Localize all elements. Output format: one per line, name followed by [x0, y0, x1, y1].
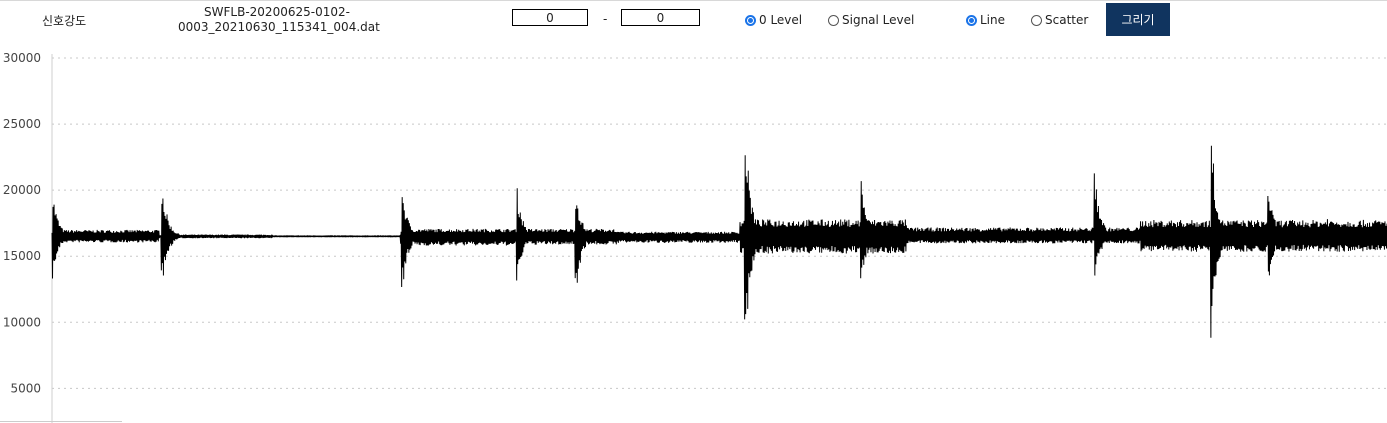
radio-checked-icon — [966, 14, 977, 26]
bottom-divider — [0, 421, 122, 422]
file-name-line2: 0003_20210630_115341_004.dat — [178, 20, 380, 34]
range-end-input[interactable] — [621, 9, 700, 26]
radio-unchecked-icon — [1031, 14, 1042, 26]
toolbar: 신호강도 SWFLB-20200625-0102- 0003_20210630_… — [0, 0, 1387, 41]
radio-unchecked-icon — [828, 14, 839, 26]
zero-level-label: 0 Level — [759, 13, 803, 27]
y-tick-label: 15000 — [3, 249, 41, 263]
range-start-input[interactable] — [512, 9, 588, 26]
y-tick-label: 20000 — [3, 183, 41, 197]
range-separator: - — [603, 12, 608, 26]
line-label: Line — [980, 13, 1006, 27]
y-tick-label: 30000 — [3, 51, 41, 65]
signal-level-radio[interactable]: Signal Level — [828, 13, 914, 27]
y-tick-label: 10000 — [3, 315, 41, 329]
scatter-label: Scatter — [1045, 13, 1089, 27]
zero-level-radio[interactable]: 0 Level — [745, 13, 802, 27]
signal-chart: 5000 10000 15000 20000 25000 30000 — [3, 51, 1387, 423]
y-tick-label: 25000 — [3, 117, 41, 131]
signal-strength-label: 신호강도 — [42, 14, 87, 28]
waveform — [51, 145, 1387, 338]
draw-button[interactable]: 그리기 — [1106, 3, 1170, 36]
signal-series-line — [51, 145, 1387, 338]
file-name-line1: SWFLB-20200625-0102- — [204, 5, 350, 19]
file-name: SWFLB-20200625-0102- 0003_20210630_11534… — [178, 5, 380, 35]
signal-level-label: Signal Level — [842, 13, 915, 27]
radio-checked-icon — [745, 14, 756, 26]
y-axis: 5000 10000 15000 20000 25000 30000 — [3, 51, 53, 423]
line-radio[interactable]: Line — [966, 13, 1005, 27]
y-tick-label: 5000 — [10, 381, 41, 395]
scatter-radio[interactable]: Scatter — [1031, 13, 1088, 27]
